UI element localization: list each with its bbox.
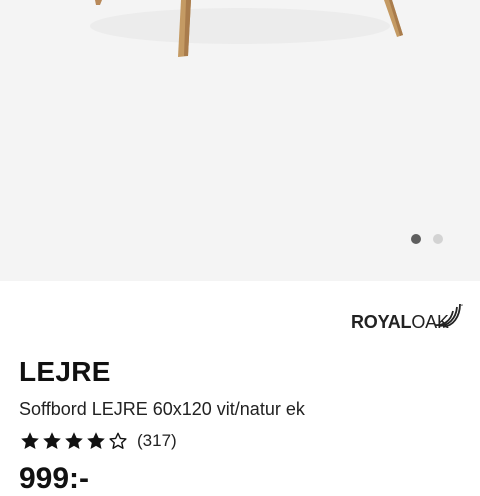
svg-text:™: ™ xyxy=(459,303,463,308)
product-description: Soffbord LEJRE 60x120 vit/natur ek xyxy=(19,399,305,419)
star-filled-icon xyxy=(85,430,107,452)
product-rating[interactable]: (317) xyxy=(19,429,177,453)
carousel-dot[interactable] xyxy=(433,234,443,244)
product-image xyxy=(90,0,403,57)
star-filled-icon xyxy=(63,430,85,452)
product-image-gallery[interactable] xyxy=(0,0,480,281)
carousel-dot-active[interactable] xyxy=(411,234,421,244)
product-price: 999:- xyxy=(19,462,90,495)
review-count[interactable]: (317) xyxy=(137,431,177,451)
star-empty-icon xyxy=(107,430,129,452)
star-filled-icon xyxy=(41,430,63,452)
brand-logo[interactable]: ROYALOAK ™ xyxy=(351,301,463,337)
brand-logo-royal: ROYAL xyxy=(351,312,412,332)
carousel-pagination xyxy=(410,234,450,246)
product-name: LEJRE xyxy=(19,356,111,387)
oak-swoosh-icon: ™ xyxy=(434,303,463,328)
star-filled-icon xyxy=(19,430,41,452)
